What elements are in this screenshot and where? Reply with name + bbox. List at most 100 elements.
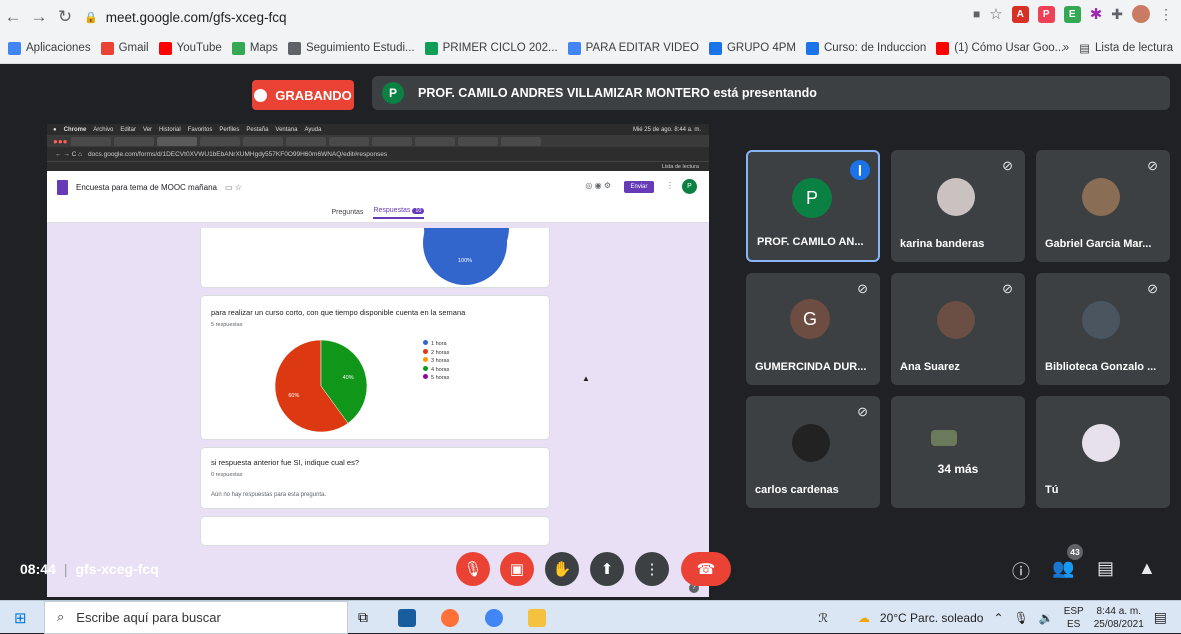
shared-reading-list: Lista de lectura <box>661 164 699 170</box>
bookmark-icon <box>8 41 21 55</box>
bookmark-item[interactable]: YouTube <box>158 41 222 55</box>
chrome-icon[interactable] <box>485 609 503 627</box>
participant-name: Gabriel Garcia Mar... <box>1045 238 1152 250</box>
bookmark-item[interactable]: PARA EDITAR VIDEO <box>567 41 699 55</box>
card-2-responses: 5 respuestas <box>211 322 243 328</box>
browser-menu-icon[interactable]: ⋮ <box>1159 6 1173 23</box>
mac-menu-item: Perfiles <box>219 126 240 133</box>
meeting-details-icon[interactable]: ⓘ <box>1012 558 1030 584</box>
reading-list-button[interactable]: Lista de lectura <box>1095 42 1173 54</box>
camera-off-icon: ▣ <box>509 561 525 578</box>
profile-avatar[interactable] <box>1132 5 1150 23</box>
present-button[interactable]: ⬆ <box>590 552 624 586</box>
legend-item: 2 horas <box>423 348 449 358</box>
card-3-responses: 0 respuestas <box>211 472 243 478</box>
people-tray-icon[interactable]: ℛ <box>818 611 828 625</box>
puzzle-extensions-icon[interactable]: ✚ <box>1111 6 1123 23</box>
form-menu-icon: ⋮ <box>666 181 674 190</box>
participant-tile[interactable]: P ❙ PROF. CAMILO AN... <box>746 150 880 262</box>
hang-up-button[interactable]: ☎ <box>681 552 731 586</box>
participant-tile[interactable]: ⊘ Gabriel Garcia Mar... <box>1036 150 1170 262</box>
traffic-lights-icon: ●●● <box>53 136 68 146</box>
camera-off-button[interactable]: ▣ <box>500 552 534 586</box>
bookmark-icon <box>100 41 114 55</box>
bookmark-item[interactable]: (1) Cómo Usar Goo... <box>936 41 1064 55</box>
tab-responses-label: Respuestas <box>373 206 411 214</box>
search-placeholder: Escribe aquí para buscar <box>76 609 221 625</box>
bookmark-label: PRIMER CICLO 202... <box>442 42 558 54</box>
bookmark-item[interactable]: Seguimiento Estudi... <box>287 41 415 55</box>
responses-count-badge: 10 <box>412 207 425 214</box>
recording-indicator[interactable]: GRABANDO <box>252 80 354 110</box>
notifications-icon[interactable]: ▤ <box>1154 609 1167 626</box>
tab-questions: Preguntas <box>331 209 364 216</box>
mic-muted-icon: ⊘ <box>1147 158 1158 173</box>
legend-swatch <box>423 357 428 362</box>
participant-tile[interactable]: G ⊘ GUMERCINDA DUR... <box>746 273 880 385</box>
windows-start-icon[interactable]: ⊞ <box>14 609 27 627</box>
participant-tile[interactable]: Tú <box>1036 396 1170 508</box>
star-icon[interactable]: ☆ <box>989 5 1002 23</box>
taskbar-search[interactable]: ⌕ Escribe aquí para buscar <box>44 600 348 634</box>
lock-icon: 🔒 <box>84 11 98 24</box>
participant-tile[interactable]: ⊘ karina banderas <box>891 150 1025 262</box>
send-button: Enviar <box>624 181 654 193</box>
activities-icon[interactable]: ▲ <box>1138 558 1156 579</box>
mac-menu-item: Pestaña <box>246 126 269 133</box>
bookmark-item[interactable]: Gmail <box>100 41 149 55</box>
green-extension-icon[interactable]: E <box>1063 5 1081 23</box>
mic-off-button[interactable]: 🎙 <box>456 552 490 586</box>
bookmark-label: PARA EDITAR VIDEO <box>585 42 699 54</box>
raise-hand-button[interactable]: ✋ <box>545 552 579 586</box>
language-bottom: ES <box>1067 618 1081 630</box>
pie-data-label: 40% <box>343 375 354 381</box>
legend-item: 1 hora <box>423 340 449 349</box>
volume-icon[interactable]: 🔉 <box>1039 611 1054 625</box>
shared-tab <box>199 136 240 146</box>
shared-tab <box>328 136 369 146</box>
participant-name: Tú <box>1045 484 1059 496</box>
pdf-extension-icon[interactable]: A <box>1011 5 1029 23</box>
bookmark-item[interactable]: PRIMER CICLO 202... <box>424 41 558 55</box>
participant-tile[interactable]: 34 más <box>891 396 1025 508</box>
bookmark-item[interactable]: Aplicaciones <box>8 41 91 55</box>
more-bookmarks-button[interactable]: » <box>1063 42 1069 54</box>
forward-icon[interactable]: → <box>26 7 52 27</box>
mic-muted-icon: ⊘ <box>1002 281 1013 296</box>
colorful-extension-icon[interactable]: ✱ <box>1090 5 1103 23</box>
legend-item: 4 horas <box>423 365 449 375</box>
response-card-2: para realizar un curso corto, con que ti… <box>200 295 550 440</box>
mic-muted-icon: ⊘ <box>857 404 868 419</box>
taskbar-clock[interactable]: 8:44 a. m. 25/08/2021 <box>1094 605 1144 631</box>
bookmark-label: Maps <box>249 42 278 54</box>
people-icon[interactable]: 👥 <box>1052 558 1074 579</box>
legend-label: 5 horas <box>431 375 450 381</box>
task-view-icon[interactable]: ⧉ <box>358 609 368 626</box>
pocket-extension-icon[interactable]: P <box>1037 5 1055 23</box>
back-icon[interactable]: ← <box>0 7 26 27</box>
shared-url: docs.google.com/forms/d/1DECVt0XVWU1bEbA… <box>88 150 388 158</box>
reload-icon[interactable]: ↻ <box>52 7 78 27</box>
camera-icon[interactable]: ■ <box>973 7 980 21</box>
mac-clock: Mié 25 de ago. 8:44 a. m. <box>632 126 701 133</box>
bookmark-item[interactable]: Curso: de Induccion <box>806 41 926 55</box>
legend-swatch <box>423 340 428 345</box>
3cx-icon[interactable] <box>398 609 416 627</box>
more-options-button[interactable]: ⋮ <box>635 552 669 586</box>
phone-icon: ☎ <box>696 561 716 578</box>
participant-tile[interactable]: ⊘ Biblioteca Gonzalo ... <box>1036 273 1170 385</box>
tray-chevron-icon[interactable]: ⌃ <box>993 611 1003 625</box>
bookmark-item[interactable]: GRUPO 4PM <box>708 41 796 55</box>
chat-icon[interactable]: ▤ <box>1097 558 1114 579</box>
reading-list-icon[interactable]: ▤ <box>1079 41 1090 55</box>
weather-text[interactable]: 20°C Parc. soleado <box>880 611 984 625</box>
language-indicator[interactable]: ESP ES <box>1064 605 1084 631</box>
participant-tile[interactable]: ⊘ Ana Suarez <box>891 273 1025 385</box>
address-bar[interactable]: 🔒 meet.google.com/gfs-xceg-fcq <box>84 3 944 31</box>
file-explorer-icon[interactable] <box>528 609 546 627</box>
participant-avatar: P <box>792 178 832 218</box>
firefox-icon[interactable] <box>441 609 459 627</box>
legend-swatch <box>423 348 428 354</box>
bookmark-item[interactable]: Maps <box>231 41 278 55</box>
participant-tile[interactable]: ⊘ carlos cardenas <box>746 396 880 508</box>
